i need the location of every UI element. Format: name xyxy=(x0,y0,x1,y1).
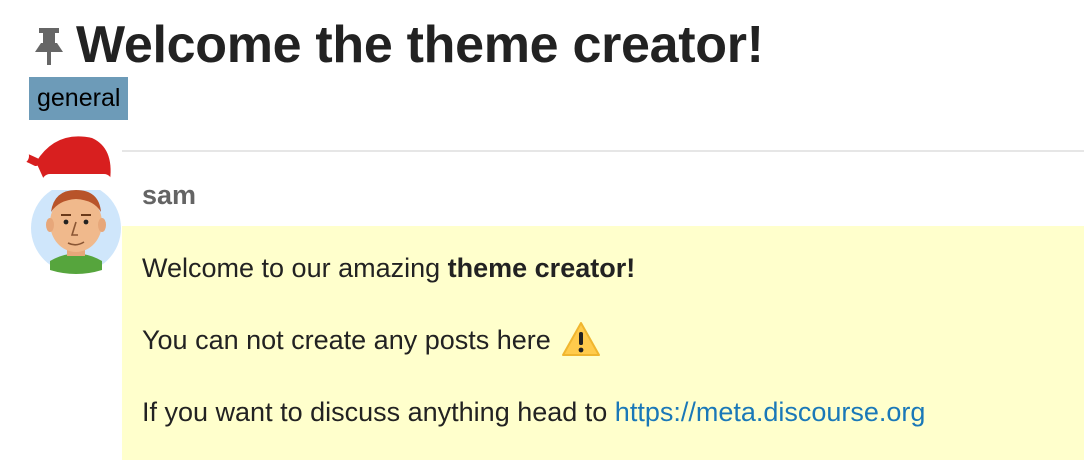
post-paragraph-discuss: If you want to discuss anything head to … xyxy=(142,396,925,428)
post-body: Welcome to our amazing theme creator! Yo… xyxy=(122,226,1084,460)
post-text: You can not create any posts here xyxy=(142,324,551,355)
post-text: If you want to discuss anything head to xyxy=(142,397,615,427)
avatar-with-santa-hat-icon xyxy=(13,136,121,274)
topic-header: Welcome the theme creator! xyxy=(32,10,764,80)
post-author-username[interactable]: sam xyxy=(142,180,196,211)
meta-discourse-link[interactable]: https://meta.discourse.org xyxy=(615,397,926,427)
post-bold-text: theme creator! xyxy=(447,253,636,283)
topic-page: Welcome the theme creator! general sam W… xyxy=(0,0,1084,460)
pin-icon xyxy=(35,28,63,65)
warning-icon xyxy=(561,322,600,356)
post-paragraph-welcome: Welcome to our amazing theme creator! xyxy=(142,252,635,284)
post-text: Welcome to our amazing xyxy=(142,253,448,283)
avatar[interactable] xyxy=(10,128,130,278)
topic-title[interactable]: Welcome the theme creator! xyxy=(76,19,764,71)
post-paragraph-notice: You can not create any posts here xyxy=(142,322,601,358)
post-divider xyxy=(122,150,1084,152)
category-badge[interactable]: general xyxy=(29,77,129,120)
